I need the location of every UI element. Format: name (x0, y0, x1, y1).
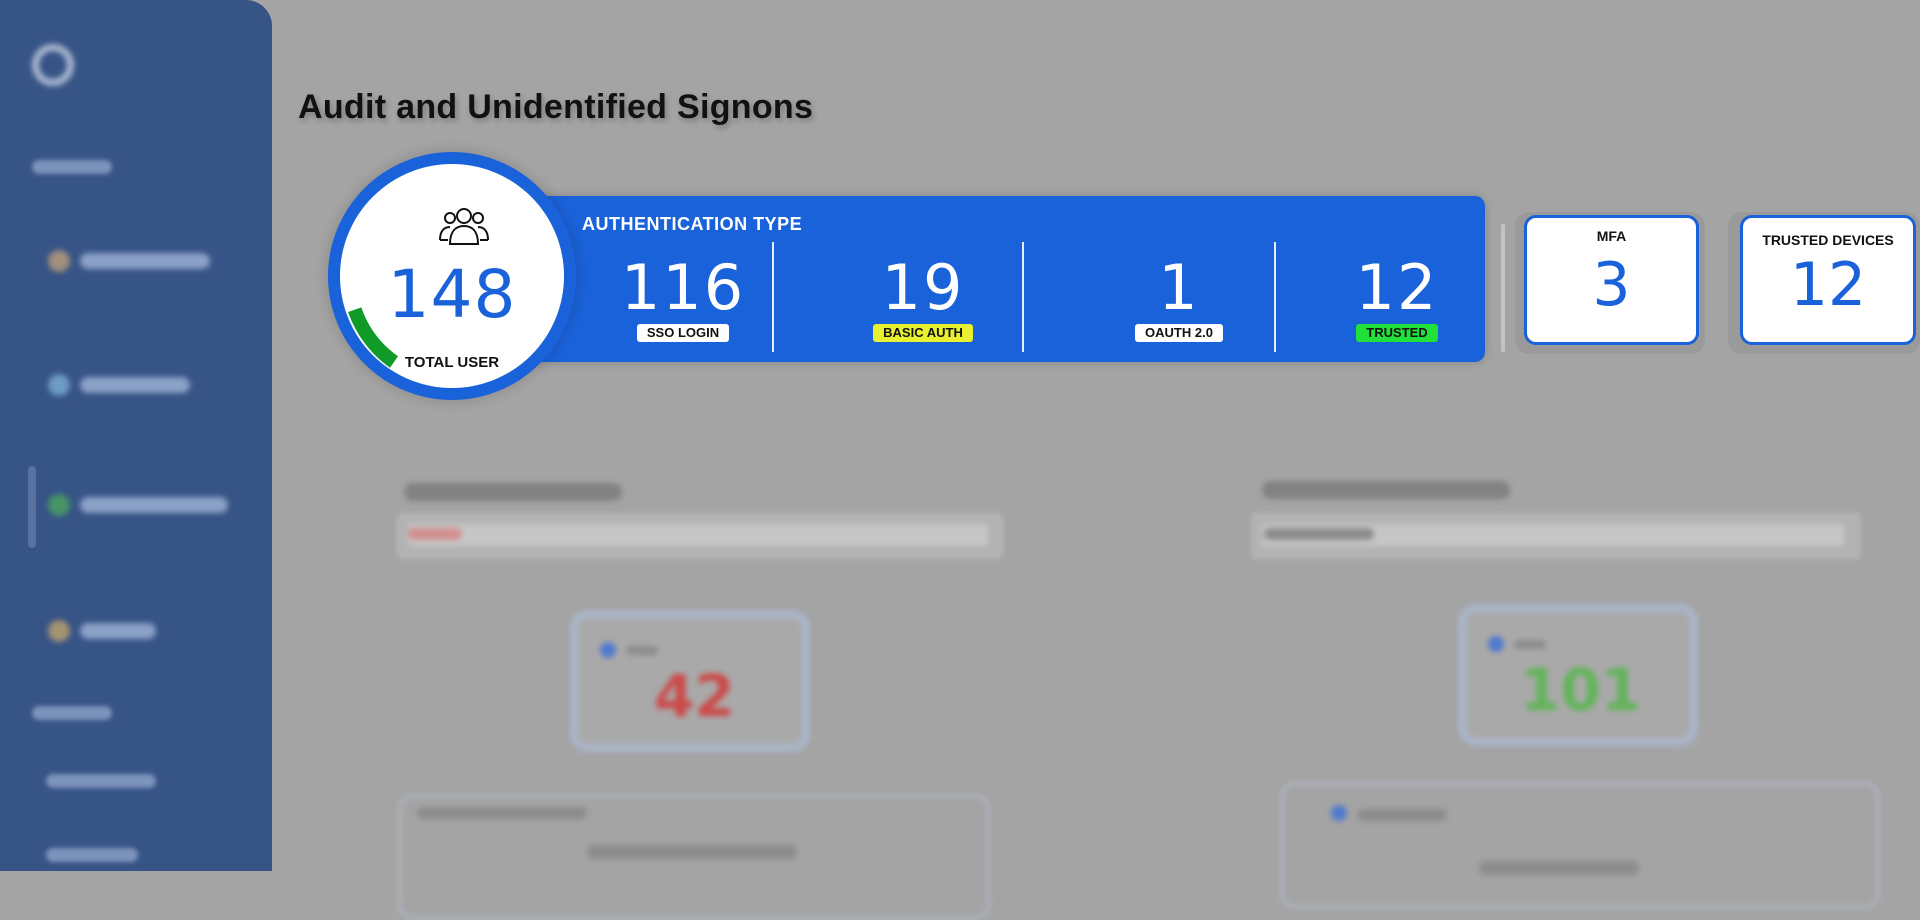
logo-wordmark (86, 50, 206, 80)
auth-divider (1022, 242, 1024, 352)
auth-divider (1274, 242, 1276, 352)
panel-left-subtitle (587, 845, 797, 859)
filter-select-right[interactable] (1248, 510, 1864, 562)
total-user-progress-arc (348, 307, 399, 368)
auth-badge-trusted: TRUSTED (1356, 324, 1438, 342)
stat-value: 101 (1520, 656, 1642, 724)
panel-right-icon (1331, 805, 1347, 821)
sidebar-item-label (80, 377, 190, 393)
sidebar-item-icon (48, 374, 70, 396)
trusted-devices-card[interactable]: TRUSTED DEVICES 12 (1740, 215, 1916, 345)
auth-value: 12 (1355, 251, 1439, 324)
stat-card-right: 101 (1458, 604, 1698, 746)
panel-right (1280, 782, 1880, 908)
total-user-widget[interactable]: 148 TOTAL USER (328, 152, 576, 400)
panel-right-subtitle (1479, 861, 1639, 875)
auth-badge-sso: SSO LOGIN (636, 324, 730, 342)
sidebar-link-about[interactable] (46, 848, 138, 862)
mfa-label: MFA (1596, 228, 1627, 244)
mfa-card[interactable]: MFA 3 (1524, 215, 1699, 345)
filter-label-right (1262, 481, 1510, 499)
logo-icon (32, 44, 74, 86)
authentication-type-title: AUTHENTICATION TYPE (582, 214, 803, 234)
stat-card-left: 42 (570, 610, 810, 752)
section-separator (1501, 224, 1505, 352)
filter-label-left (404, 483, 622, 501)
stat-value: 42 (654, 662, 735, 730)
sidebar-item-label (80, 497, 228, 513)
panel-right-title (1357, 809, 1447, 821)
stat-icon (600, 642, 616, 658)
mfa-value: 3 (1592, 250, 1631, 320)
sidebar-item-icon (48, 620, 70, 642)
stat-tag (1514, 640, 1546, 649)
auth-item-basic[interactable]: 19 BASIC AUTH (858, 256, 988, 356)
filter-select-right-text (1264, 528, 1374, 540)
auth-badge-basic: BASIC AUTH (873, 324, 973, 342)
sidebar (0, 0, 272, 871)
sidebar-item-1[interactable] (48, 250, 210, 272)
panel-left-title (417, 807, 587, 819)
sidebar-item-4[interactable] (48, 620, 156, 642)
auth-badge-oauth: OAUTH 2.0 (1135, 324, 1223, 342)
select-chevron-icon (408, 528, 462, 540)
auth-value: 19 (881, 251, 965, 324)
sidebar-item-icon (48, 494, 70, 516)
filter-select-left[interactable] (394, 510, 1006, 562)
filter-select-left-value (408, 524, 988, 546)
sidebar-section-support (32, 706, 112, 720)
trusted-devices-value: 12 (1789, 250, 1867, 320)
sidebar-item-label (80, 623, 156, 639)
stat-icon (1488, 636, 1504, 652)
auth-value: 116 (620, 251, 746, 324)
app-logo (32, 44, 206, 86)
auth-value: 1 (1158, 251, 1200, 324)
auth-item-trusted[interactable]: 12 TRUSTED (1332, 256, 1462, 356)
sidebar-section-general (32, 160, 112, 174)
sidebar-item-3[interactable] (48, 494, 228, 516)
stat-tag (626, 646, 658, 655)
sidebar-item-icon (48, 250, 70, 272)
sidebar-item-label (80, 253, 210, 269)
sidebar-item-2[interactable] (48, 374, 190, 396)
auth-divider (772, 242, 774, 352)
sidebar-link-contact[interactable] (46, 774, 156, 788)
trusted-devices-label: TRUSTED DEVICES (1762, 232, 1894, 248)
sidebar-active-indicator (28, 466, 36, 548)
auth-item-sso[interactable]: 116 SSO LOGIN (618, 256, 748, 356)
panel-left (398, 794, 990, 920)
page-title: Audit and Unidentified Signons (298, 88, 814, 126)
authentication-type-panel: AUTHENTICATION TYPE 116 SSO LOGIN 19 BAS… (520, 196, 1485, 362)
auth-item-oauth[interactable]: 1 OAUTH 2.0 (1114, 256, 1244, 356)
